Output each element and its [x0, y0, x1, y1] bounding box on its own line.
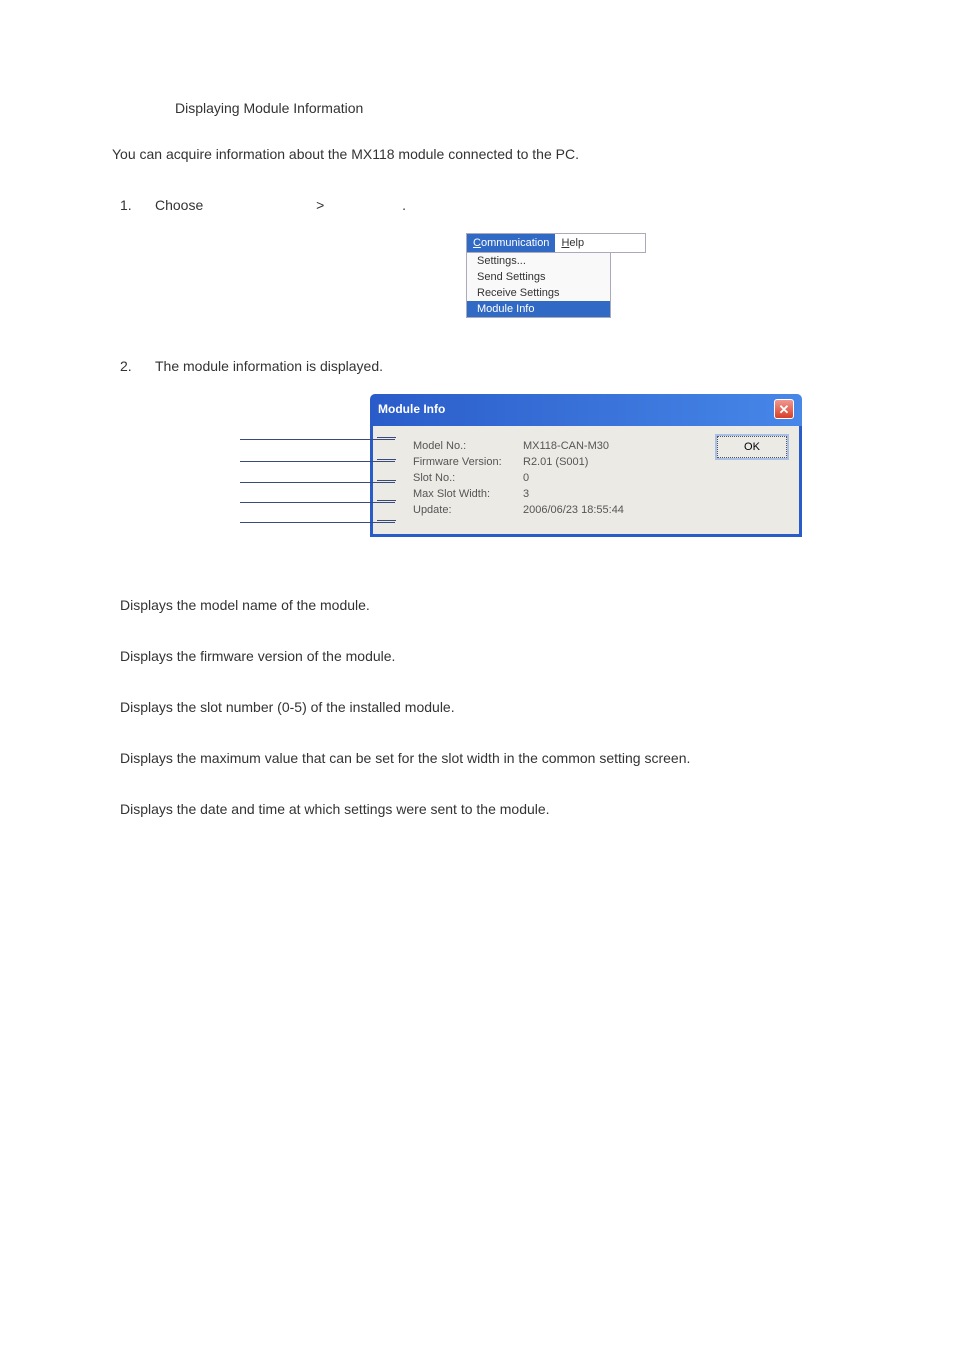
- desc-firmware: Displays the firmware version of the mod…: [120, 648, 894, 664]
- dialog-title: Module Info: [378, 402, 445, 416]
- section-title: Displaying Module Information: [175, 100, 894, 116]
- dialog-row-slot: Slot No.: 0: [413, 472, 787, 484]
- menu-bar: Communication Help: [466, 233, 646, 253]
- label-slot: Slot No.:: [413, 472, 523, 484]
- dialog-body: OK Model No.: MX118-CAN-M30 Firmware Ver…: [370, 426, 802, 537]
- menu-dropdown: Settings... Send Settings Receive Settin…: [466, 253, 611, 318]
- value-slot: 0: [523, 472, 787, 484]
- menu-item-module-info[interactable]: Module Info: [467, 301, 610, 317]
- close-icon: ✕: [779, 403, 790, 416]
- dialog-row-maxwidth: Max Slot Width: 3: [413, 488, 787, 500]
- close-button[interactable]: ✕: [774, 399, 794, 419]
- menu-communication[interactable]: Communication: [467, 234, 555, 252]
- desc-maxwidth: Displays the maximum value that can be s…: [120, 750, 894, 766]
- menu-item-settings[interactable]: Settings...: [467, 253, 610, 269]
- label-firmware: Firmware Version:: [413, 456, 523, 468]
- menu-help-rest: elp: [569, 237, 584, 249]
- dialog-screenshot: Module Info ✕ OK Model No.: MX118-CAN-M3…: [370, 394, 802, 537]
- desc-model: Displays the model name of the module.: [120, 597, 894, 613]
- step-text: The module information is displayed.: [155, 358, 894, 374]
- label-update: Update:: [413, 504, 523, 516]
- menu-comm-rest: ommunication: [481, 237, 549, 249]
- step-1: 1. Choose > .: [120, 197, 894, 213]
- step-number: 1.: [120, 197, 155, 213]
- step1-suffix: .: [402, 197, 406, 213]
- label-maxwidth: Max Slot Width:: [413, 488, 523, 500]
- label-model-no: Model No.:: [413, 440, 523, 452]
- dialog-titlebar: Module Info ✕: [370, 394, 802, 426]
- menu-item-receive-settings[interactable]: Receive Settings: [467, 285, 610, 301]
- step-2: 2. The module information is displayed.: [120, 358, 894, 374]
- desc-update: Displays the date and time at which sett…: [120, 801, 894, 817]
- ok-button[interactable]: OK: [717, 436, 787, 458]
- menu-help[interactable]: Help: [555, 234, 590, 252]
- step1-separator: >: [316, 197, 324, 213]
- menu-screenshot: Communication Help Settings... Send Sett…: [466, 233, 646, 318]
- value-update: 2006/06/23 18:55:44: [523, 504, 787, 516]
- step-text: Choose > .: [155, 197, 894, 213]
- dialog-row-update: Update: 2006/06/23 18:55:44: [413, 504, 787, 516]
- desc-slot: Displays the slot number (0-5) of the in…: [120, 699, 894, 715]
- menu-item-send-settings[interactable]: Send Settings: [467, 269, 610, 285]
- step1-prefix: Choose: [155, 197, 203, 213]
- value-maxwidth: 3: [523, 488, 787, 500]
- intro-text: You can acquire information about the MX…: [112, 146, 894, 162]
- step-number: 2.: [120, 358, 155, 374]
